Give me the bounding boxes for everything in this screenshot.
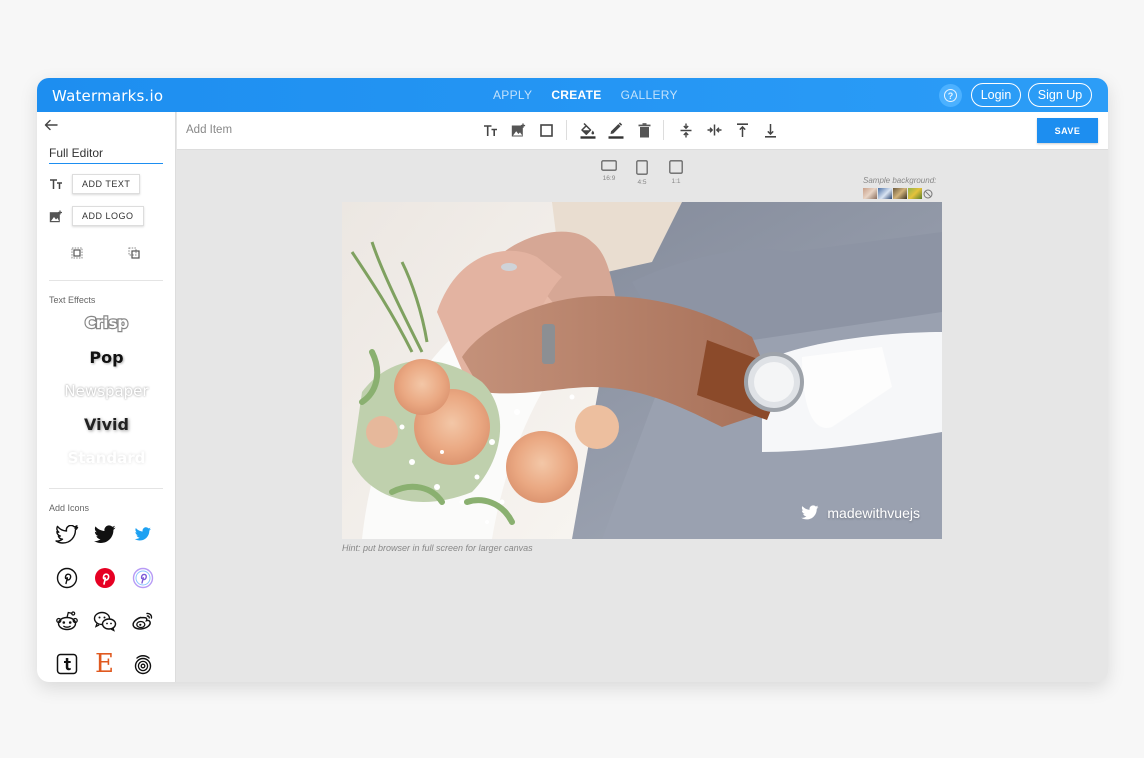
icons-grid: E [54, 522, 166, 677]
add-item-label: Add Item [186, 124, 233, 136]
etsy-icon[interactable]: E [92, 651, 117, 677]
align-horizontal-center-icon[interactable] [705, 121, 723, 139]
canvas-hint: Hint: put browser in full screen for lar… [342, 543, 533, 553]
toolbar-divider [663, 120, 664, 140]
twitter-black-icon[interactable] [92, 522, 117, 547]
add-icons-title: Add Icons [49, 503, 90, 513]
editor-toolbar: Add Item SAVE [177, 112, 1108, 150]
wedding-photo [342, 202, 942, 539]
text-effects-title: Text Effects [49, 295, 96, 305]
delete-icon[interactable] [635, 121, 653, 139]
500px-icon[interactable] [130, 651, 155, 676]
add-image-icon[interactable] [509, 121, 527, 139]
nav-create[interactable]: CREATE [551, 88, 601, 102]
add-text-icon[interactable] [481, 121, 499, 139]
add-image-icon [49, 210, 62, 222]
toolbar-divider [566, 120, 567, 140]
main-nav: APPLY CREATE GALLERY [493, 88, 678, 102]
align-vertical-center-icon[interactable] [677, 121, 695, 139]
sample-swatch[interactable] [878, 188, 892, 199]
add-text-button[interactable]: ADD TEXT [72, 174, 141, 194]
brand-logo[interactable]: Watermarks.io [52, 87, 163, 105]
divider [49, 280, 163, 281]
save-button[interactable]: SAVE [1037, 118, 1098, 143]
sample-background-label: Sample background: [863, 176, 937, 185]
add-shape-icon[interactable] [537, 121, 555, 139]
sample-background-swatches [863, 188, 933, 199]
fill-color-icon[interactable] [579, 121, 597, 139]
sample-swatch[interactable] [908, 188, 922, 199]
ratio-4-5[interactable]: 4:5 [636, 160, 648, 186]
watermark-text: madewithvuejs [827, 505, 920, 521]
no-background-icon[interactable] [923, 189, 933, 199]
help-button[interactable]: ? [939, 84, 962, 107]
tumblr-icon[interactable] [54, 651, 79, 676]
twitter-outline-icon[interactable] [54, 522, 79, 547]
divider [49, 488, 163, 489]
send-backward-icon[interactable] [128, 247, 140, 259]
nav-apply[interactable]: APPLY [493, 88, 532, 102]
ratio-label: 1:1 [671, 178, 681, 185]
pinterest-red-icon[interactable] [92, 565, 117, 590]
add-text-row: ADD TEXT [49, 174, 141, 194]
twitter-blue-icon[interactable] [130, 522, 155, 547]
back-arrow-icon[interactable] [43, 118, 59, 132]
reddit-icon[interactable] [54, 608, 79, 633]
sample-swatch[interactable] [893, 188, 907, 199]
ratio-portrait-icon [636, 160, 648, 175]
help-icon: ? [944, 89, 957, 102]
top-navbar: Watermarks.io APPLY CREATE GALLERY ? Log… [37, 78, 1108, 112]
weibo-icon[interactable] [130, 608, 155, 633]
effect-pop[interactable]: Pop [37, 348, 176, 367]
login-button[interactable]: Login [971, 83, 1021, 107]
pinterest-purple-icon[interactable] [130, 565, 155, 590]
text-format-icon [50, 179, 62, 189]
effect-crisp[interactable]: Crisp [37, 313, 176, 333]
pinterest-outline-icon[interactable] [54, 565, 79, 590]
sample-swatch[interactable] [863, 188, 877, 199]
signup-button[interactable]: Sign Up [1028, 83, 1092, 107]
ratio-label: 16:9 [602, 175, 616, 182]
effect-standard[interactable]: Standard [37, 449, 176, 467]
editor-name-input[interactable] [49, 144, 163, 164]
ratio-16-9[interactable]: 16:9 [601, 160, 617, 182]
app-window: Watermarks.io APPLY CREATE GALLERY ? Log… [37, 78, 1108, 682]
canvas-image[interactable]: madewithvuejs [342, 202, 942, 539]
twitter-watermark-icon [801, 505, 819, 520]
effect-vivid[interactable]: Vivid [37, 415, 176, 434]
wechat-icon[interactable] [92, 608, 117, 633]
ratio-1-1[interactable]: 1:1 [669, 160, 683, 185]
stroke-color-icon[interactable] [607, 121, 625, 139]
bring-forward-icon[interactable] [71, 247, 83, 259]
add-logo-button[interactable]: ADD LOGO [72, 206, 144, 226]
effect-newspaper[interactable]: Newspaper [37, 382, 176, 400]
ratio-landscape-icon [601, 160, 617, 171]
watermark[interactable]: madewithvuejs [800, 505, 920, 521]
align-top-icon[interactable] [733, 121, 751, 139]
ratio-square-icon [669, 160, 683, 174]
editor-sidebar: ADD TEXT ADD LOGO Text Effects Crisp Pop… [37, 112, 176, 682]
nav-gallery[interactable]: GALLERY [621, 88, 678, 102]
ratio-label: 4:5 [637, 179, 647, 186]
align-bottom-icon[interactable] [761, 121, 779, 139]
add-logo-row: ADD LOGO [49, 206, 144, 226]
